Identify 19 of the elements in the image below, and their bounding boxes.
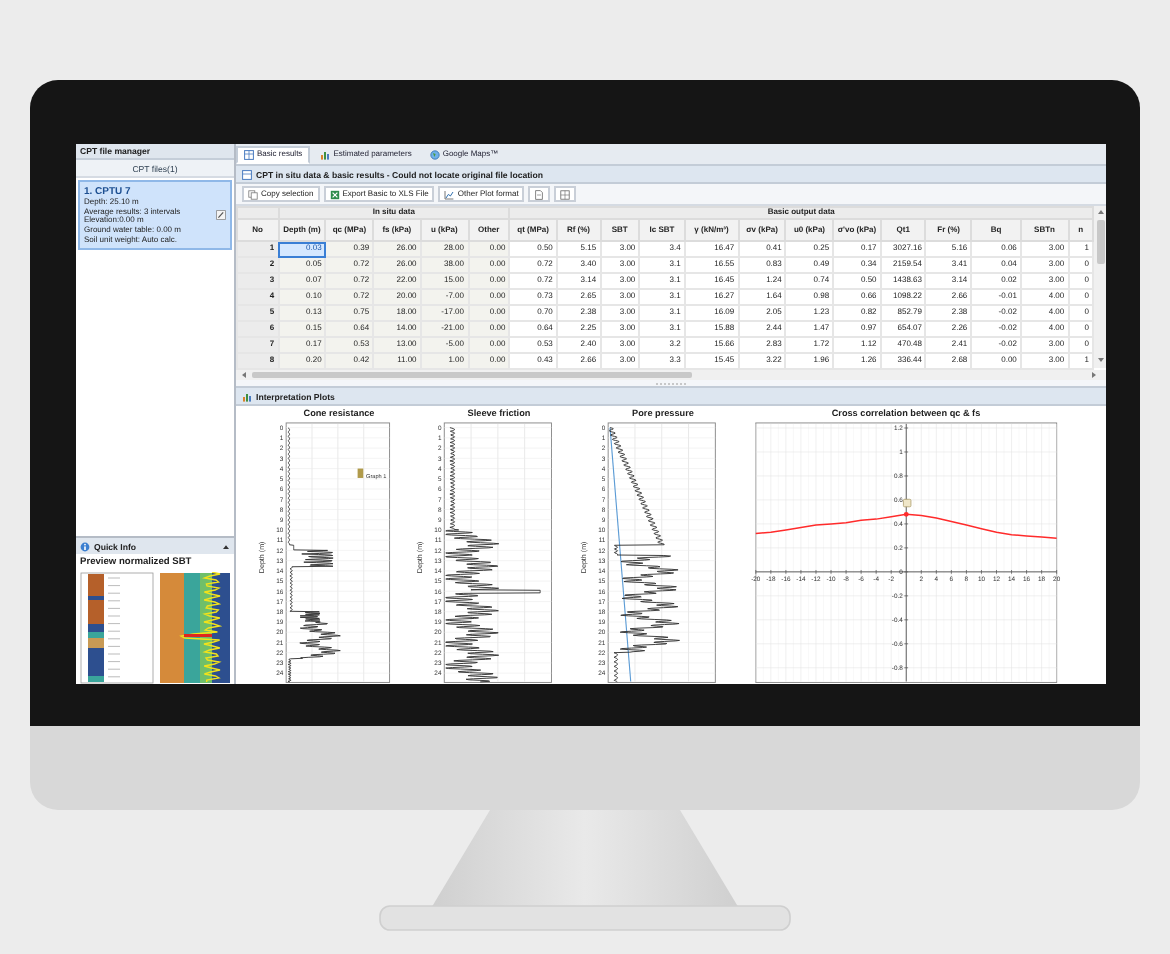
toolbar-button[interactable] xyxy=(528,186,551,203)
chart-icon xyxy=(444,189,455,200)
globe-icon xyxy=(429,150,440,160)
vertical-scrollbar[interactable] xyxy=(1094,206,1106,369)
chart-icon xyxy=(242,391,252,402)
table-icon xyxy=(244,150,254,160)
copy-icon xyxy=(248,189,258,200)
grid-icon xyxy=(560,189,571,200)
legend-swatch-icon xyxy=(357,469,364,479)
marker-flag-icon xyxy=(903,499,912,508)
chart-icon xyxy=(320,150,331,160)
spreadsheet-icon xyxy=(329,189,340,200)
table-icon xyxy=(242,169,252,180)
data-point-marker xyxy=(903,512,909,518)
edit-icon[interactable] xyxy=(216,210,226,221)
splitter-grip-icon[interactable] xyxy=(655,381,687,386)
toolbar-button[interactable] xyxy=(554,186,577,203)
caret-icon[interactable] xyxy=(222,543,230,550)
document-icon xyxy=(534,189,545,200)
